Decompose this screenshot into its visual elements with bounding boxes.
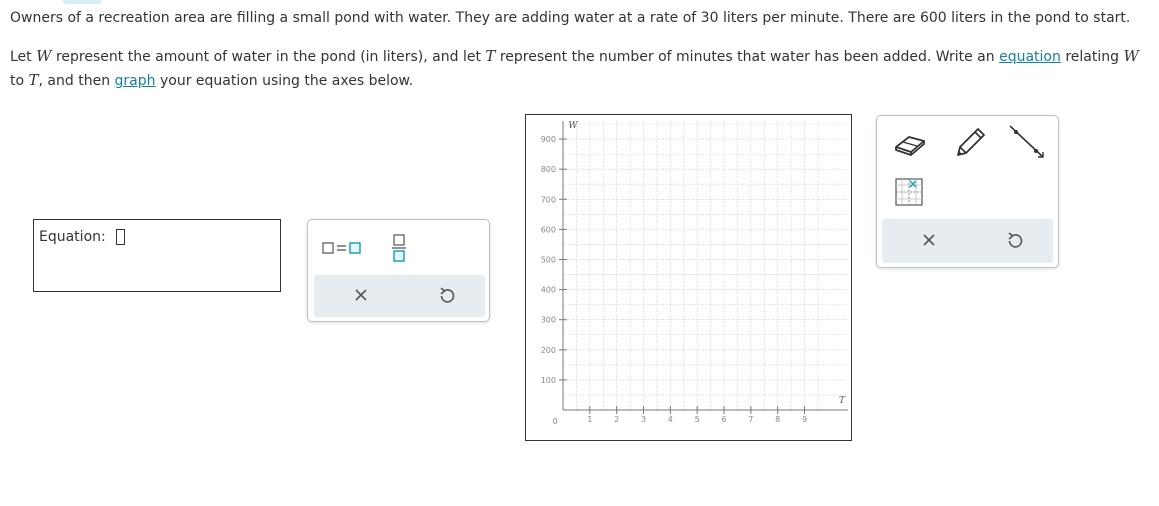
y-tick-label: 200 xyxy=(541,346,556,355)
eraser-icon[interactable] xyxy=(893,128,927,158)
y-tick-label: 500 xyxy=(541,255,556,264)
problem-paragraph-3: to T, and then graph your equation using… xyxy=(10,68,413,93)
text-segment: relating xyxy=(1060,49,1124,65)
x-tick-label: 6 xyxy=(721,415,726,424)
x-icon[interactable] xyxy=(353,287,369,303)
top-tab-indicator xyxy=(62,0,102,4)
y-tick-label: 100 xyxy=(541,376,556,385)
equation-label: Equation: xyxy=(39,229,106,245)
text-segment: represent the amount of water in the pon… xyxy=(51,49,486,65)
equals-template-icon[interactable] xyxy=(322,239,362,257)
y-tick-label: 900 xyxy=(541,135,556,144)
equation-input[interactable] xyxy=(116,229,125,245)
x-tick-label: 9 xyxy=(802,415,807,424)
point-grid-icon[interactable] xyxy=(895,178,923,206)
undo-icon[interactable] xyxy=(439,287,455,305)
graph-link[interactable]: graph xyxy=(115,73,156,89)
text-segment: represent the number of minutes that wat… xyxy=(495,49,1000,65)
pencil-icon[interactable] xyxy=(953,126,987,158)
keypad-action-bar xyxy=(314,275,485,317)
graph-panel[interactable]: 1 2 3 4 5 6 7 8 9 100 200 300 400 500 600 700 800 900 0 T W xyxy=(525,114,852,441)
x-tick-label: 8 xyxy=(775,415,780,424)
y-tick-label: 700 xyxy=(541,195,556,204)
coordinate-graph[interactable]: 1 2 3 4 5 6 7 8 9 100 200 300 400 500 600 700 800 900 0 T W xyxy=(526,115,851,440)
fraction-template-icon[interactable] xyxy=(392,234,406,262)
x-tick-label: 2 xyxy=(614,415,619,424)
text-segment: to xyxy=(10,73,29,89)
line-icon[interactable] xyxy=(1007,124,1047,160)
x-tick-label: 3 xyxy=(641,415,646,424)
text-segment: Let xyxy=(10,49,37,65)
y-axis-label: W xyxy=(568,121,578,131)
origin-label: 0 xyxy=(552,417,557,426)
variable-w: W xyxy=(36,47,52,65)
x-axis-label: T xyxy=(839,396,846,406)
problem-paragraph-2: Let W represent the amount of water in t… xyxy=(10,44,1139,69)
x-tick-label: 7 xyxy=(748,415,753,424)
variable-t: T xyxy=(485,47,496,65)
equation-link[interactable]: equation xyxy=(999,49,1061,65)
equation-answer-box[interactable]: Equation: xyxy=(33,219,281,292)
graph-tools-panel xyxy=(876,115,1059,268)
graph-tools-action-bar xyxy=(882,219,1053,263)
x-icon[interactable] xyxy=(921,232,937,248)
y-tick-label: 800 xyxy=(541,165,556,174)
x-tick-label: 4 xyxy=(668,415,673,424)
x-tick-label: 5 xyxy=(695,415,700,424)
undo-icon[interactable] xyxy=(1007,232,1023,250)
text-segment: , and then xyxy=(38,73,115,89)
variable-t: T xyxy=(28,71,39,89)
problem-paragraph-1: Owners of a recreation area are filling … xyxy=(10,10,1131,26)
variable-w: W xyxy=(1123,47,1139,65)
y-tick-label: 400 xyxy=(541,286,556,295)
x-tick-label: 1 xyxy=(587,415,592,424)
y-tick-label: 300 xyxy=(541,316,556,325)
text-segment: your equation using the axes below. xyxy=(155,73,414,89)
math-keypad xyxy=(307,219,490,322)
y-tick-label: 600 xyxy=(541,225,556,234)
